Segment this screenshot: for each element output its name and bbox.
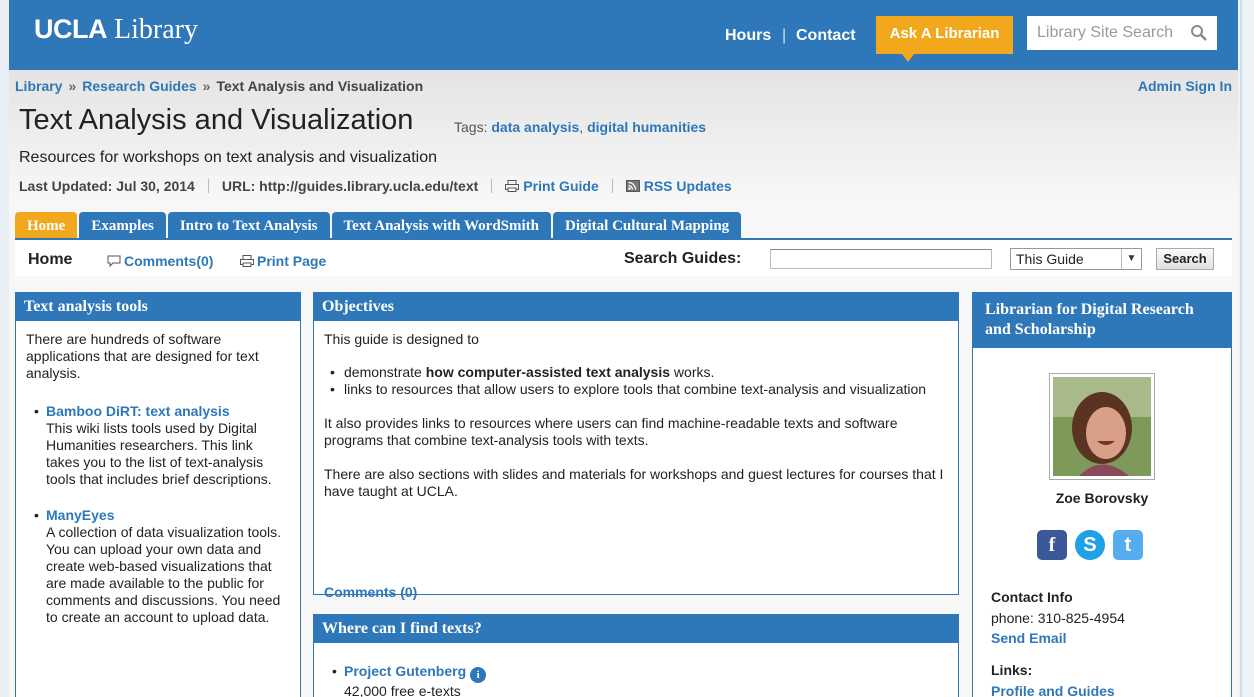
box-title: Objectives [314,293,958,321]
list-item: demonstrate how computer-assisted text a… [324,364,948,381]
box-content: This guide is designed to demonstrate ho… [314,321,958,601]
objectives-intro: This guide is designed to [324,331,479,347]
hours-link[interactable]: Hours [725,27,771,45]
box-content: Zoe Borovsky f S t Contact Info phone: 3… [973,348,1231,697]
list-item: links to resources that allow users to e… [324,381,948,398]
print-page-link[interactable]: Print Page [240,253,326,269]
site-header: UCLA Library Hours | Contact Ask A Libra… [9,0,1238,70]
ucla-library-logo[interactable]: UCLA Library [34,14,198,46]
project-gutenberg-link[interactable]: Project Gutenberg [344,663,466,679]
breadcrumb-research-guides[interactable]: Research Guides [82,78,196,94]
meta-divider [611,179,613,193]
guide-tabs: Home Examples Intro to Text Analysis Tex… [15,212,743,239]
breadcrumb-current: Text Analysis and Visualization [216,78,424,94]
info-icon[interactable]: i [470,667,487,683]
box-intro: There are hundreds of software applicati… [26,331,259,381]
find-texts-box: Where can I find texts? Project Gutenber… [313,614,959,697]
guide-description: Resources for workshops on text analysis… [19,149,437,166]
comment-icon [107,255,121,268]
contact-info-label: Contact Info [991,589,1073,605]
rss-updates-link[interactable]: RSS Updates [644,178,732,194]
social-links: f S t [1035,530,1145,560]
tags-label: Tags: [454,119,488,135]
resource-link[interactable]: ManyEyes [46,507,114,523]
library-site-search-input[interactable] [1027,16,1217,50]
ask-button-pointer [902,54,914,62]
text-analysis-tools-box: Text analysis tools There are hundreds o… [15,292,301,697]
profile-and-guides-link[interactable]: Profile and Guides [991,683,1115,697]
librarian-name: Zoe Borovsky [1055,490,1149,506]
print-guide-link[interactable]: Print Guide [523,178,598,194]
page-bar: Home Comments(0) Print Page Search Guide… [15,240,1232,276]
objectives-box: Objectives This guide is designed to dem… [313,292,959,601]
objectives-comments-link[interactable]: Comments (0) [324,584,417,601]
tag-data-analysis[interactable]: data analysis [491,119,579,135]
resource-description: 42,000 free e-texts [344,683,461,697]
objectives-paragraph: There are also sections with slides and … [324,466,944,499]
skype-icon[interactable]: S [1074,530,1105,560]
search-scope-value: This Guide [1016,251,1084,267]
search-icon[interactable] [1190,24,1208,42]
last-updated: Last Updated: Jul 30, 2014 [19,178,195,194]
objectives-paragraph: It also provides links to resources wher… [324,415,898,448]
twitter-icon[interactable]: t [1112,530,1143,560]
resource-link[interactable]: Bamboo DiRT: text analysis [46,403,230,419]
printer-icon [240,255,254,267]
printer-icon [505,180,520,192]
list-item: Bamboo DiRT: text analysis This wiki lis… [26,403,290,488]
tab-home[interactable]: Home [15,212,78,239]
breadcrumb-library[interactable]: Library [15,78,62,94]
tab-digital-cultural-mapping[interactable]: Digital Cultural Mapping [553,212,742,239]
librarian-photo [1049,373,1155,480]
meta-divider [491,179,493,193]
search-guides-button[interactable]: Search [1156,248,1214,270]
emphasis-text: how computer-assisted text analysis [425,364,671,380]
resource-description: This wiki lists tools used by Digital Hu… [46,420,272,487]
chevron-down-icon[interactable]: ▼ [1121,249,1141,269]
list-item: Project Gutenbergi 42,000 free e-texts [324,663,948,697]
admin-sign-in-link[interactable]: Admin Sign In [1138,78,1232,94]
comments-link-label[interactable]: Comments(0) [124,253,213,269]
meta-divider [207,179,209,193]
search-scope-select[interactable]: This Guide ▼ [1010,248,1142,270]
tab-examples[interactable]: Examples [79,212,166,239]
box-title: Librarian for Digital Research and Schol… [973,293,1231,348]
breadcrumb-separator: » [68,78,77,94]
rss-icon [625,180,640,192]
contact-link[interactable]: Contact [796,27,856,45]
box-title: Where can I find texts? [314,615,958,643]
search-guides-input[interactable] [770,249,992,269]
page-comments-link[interactable]: Comments(0) [107,253,213,269]
box-title: Text analysis tools [16,293,300,321]
breadcrumb-separator: » [202,78,211,94]
tab-text-analysis-with-wordsmith[interactable]: Text Analysis with WordSmith [331,212,551,239]
ask-a-librarian-button[interactable]: Ask A Librarian [876,16,1013,54]
print-page-label[interactable]: Print Page [257,253,326,269]
page-title: Text Analysis and Visualization [19,104,414,136]
guide-url: URL: http://guides.library.ucla.edu/text [221,178,479,194]
current-page-name: Home [28,251,73,268]
breadcrumb: Library » Research Guides » Text Analysis an… [15,78,423,94]
guide-meta: Last Updated: Jul 30, 2014 URL: http://g… [19,178,732,194]
objectives-list: demonstrate how computer-assisted text a… [324,364,948,398]
facebook-icon[interactable]: f [1037,530,1067,560]
box-content: There are hundreds of software applicati… [16,321,300,636]
send-email-link[interactable]: Send Email [991,630,1066,646]
list-item: ManyEyes A collection of data visualizat… [26,507,290,626]
scrollbar-track[interactable] [1238,0,1254,697]
tab-intro-to-text-analysis[interactable]: Intro to Text Analysis [167,212,330,239]
guide-tags: Tags: data analysis, digital humanities [454,119,707,135]
header-divider: | [782,27,787,44]
librarian-phone: phone: 310-825-4954 [991,610,1125,626]
tag-digital-humanities[interactable]: digital humanities [587,119,706,135]
librarian-profile-box: Librarian for Digital Research and Schol… [972,292,1232,697]
box-content: Project Gutenbergi 42,000 free e-texts [314,643,958,697]
search-guides-label: Search Guides: [624,250,742,267]
resource-description: A collection of data visualization tools… [46,524,282,625]
links-label: Links: [991,662,1033,678]
